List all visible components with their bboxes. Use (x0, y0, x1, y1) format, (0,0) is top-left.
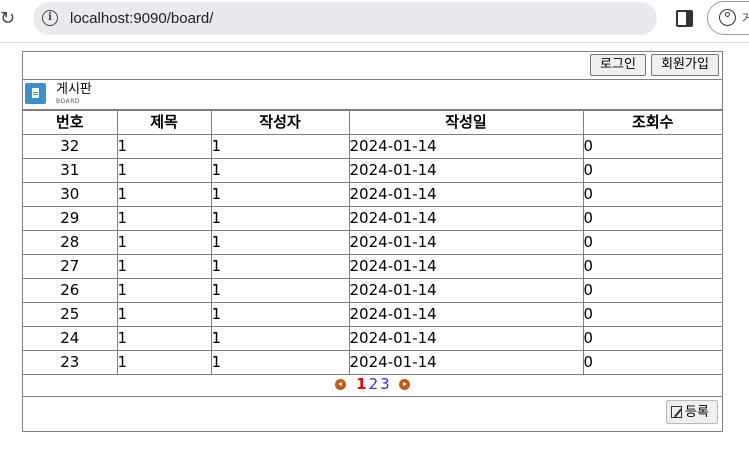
next-arrow-icon[interactable] (398, 379, 410, 390)
post-writer: 1 (210, 302, 350, 327)
post-date: 2024-01-14 (348, 158, 584, 183)
board-subtitle: BOARD (56, 98, 81, 105)
board-header: 게시판 BOARD (23, 80, 722, 110)
post-date: 2024-01-14 (348, 182, 584, 207)
table-row[interactable]: 30 1 1 2024-01-14 0 (23, 182, 722, 207)
post-writer: 1 (210, 206, 350, 231)
register-label: 등록 (685, 404, 709, 419)
post-table: 번호 제목 작성자 작성일 조회수 32 1 1 2024-01-14 0 31 1 1 202… (23, 110, 722, 375)
post-writer: 1 (210, 182, 350, 207)
post-views: 0 (582, 206, 722, 231)
auth-bar: 로그인 회원가입 (23, 52, 722, 80)
table-row[interactable]: 25 1 1 2024-01-14 0 (23, 302, 722, 327)
post-views: 0 (582, 134, 722, 159)
page-link-1[interactable]: 1 (356, 376, 366, 393)
page-link-2[interactable]: 2 (369, 376, 379, 393)
profile-icon (719, 9, 736, 26)
post-number: 30 (23, 182, 118, 207)
post-title-link[interactable]: 1 (116, 206, 212, 231)
table-row[interactable]: 27 1 1 2024-01-14 0 (23, 254, 722, 279)
post-number: 28 (23, 230, 118, 255)
signup-button[interactable]: 회원가입 (651, 54, 719, 76)
post-number: 32 (23, 134, 118, 159)
post-date: 2024-01-14 (348, 278, 584, 303)
prev-arrow-icon[interactable] (335, 379, 347, 390)
post-date: 2024-01-14 (348, 134, 584, 159)
board-container: 로그인 회원가입 게시판 BOARD 번호 제목 작성자 작성일 조회수 32 1… (22, 51, 723, 432)
post-date: 2024-01-14 (348, 302, 584, 327)
post-writer: 1 (210, 254, 350, 279)
post-views: 0 (582, 350, 722, 375)
post-number: 25 (23, 302, 118, 327)
post-views: 0 (582, 302, 722, 327)
post-views: 0 (582, 230, 722, 255)
post-views: 0 (582, 254, 722, 279)
url-text[interactable]: localhost:9090/board/ (70, 10, 213, 27)
post-writer: 1 (210, 278, 350, 303)
pagination: 123 (23, 373, 722, 397)
post-writer: 1 (210, 158, 350, 183)
post-number: 26 (23, 278, 118, 303)
post-title-link[interactable]: 1 (116, 302, 212, 327)
post-date: 2024-01-14 (348, 326, 584, 351)
info-icon[interactable]: i (42, 10, 58, 26)
post-number: 23 (23, 350, 118, 375)
profile-label: 게 (742, 12, 749, 27)
post-date: 2024-01-14 (348, 350, 584, 375)
side-panel-icon[interactable] (676, 10, 693, 27)
edit-icon (671, 406, 682, 418)
post-title-link[interactable]: 1 (116, 254, 212, 279)
register-button[interactable]: 등록 (666, 400, 718, 424)
table-row[interactable]: 23 1 1 2024-01-14 0 (23, 350, 722, 375)
post-date: 2024-01-14 (348, 206, 584, 231)
column-header-writer: 작성자 (210, 110, 350, 135)
board-title: 게시판 (56, 82, 92, 97)
post-title-link[interactable]: 1 (116, 182, 212, 207)
post-views: 0 (582, 158, 722, 183)
login-button[interactable]: 로그인 (590, 54, 646, 76)
column-header-number: 번호 (23, 110, 118, 135)
page-link-3[interactable]: 3 (380, 376, 390, 393)
column-header-views: 조회수 (582, 110, 722, 135)
table-row[interactable]: 32 1 1 2024-01-14 0 (23, 134, 722, 159)
post-title-link[interactable]: 1 (116, 230, 212, 255)
post-date: 2024-01-14 (348, 254, 584, 279)
post-views: 0 (582, 326, 722, 351)
table-row[interactable]: 29 1 1 2024-01-14 0 (23, 206, 722, 231)
post-date: 2024-01-14 (348, 230, 584, 255)
post-number: 29 (23, 206, 118, 231)
post-writer: 1 (210, 134, 350, 159)
column-header-date: 작성일 (348, 110, 584, 135)
address-bar[interactable]: i localhost:9090/board/ (33, 2, 657, 35)
document-icon (25, 83, 46, 104)
browser-toolbar: ↻ i localhost:9090/board/ 게 (0, 0, 749, 43)
post-writer: 1 (210, 230, 350, 255)
table-row[interactable]: 31 1 1 2024-01-14 0 (23, 158, 722, 183)
table-row[interactable]: 26 1 1 2024-01-14 0 (23, 278, 722, 303)
post-title-link[interactable]: 1 (116, 350, 212, 375)
post-writer: 1 (210, 326, 350, 351)
table-header-row: 번호 제목 작성자 작성일 조회수 (23, 110, 722, 135)
post-number: 27 (23, 254, 118, 279)
reload-icon[interactable]: ↻ (0, 8, 15, 30)
column-header-title: 제목 (116, 110, 212, 135)
table-row[interactable]: 24 1 1 2024-01-14 0 (23, 326, 722, 351)
post-title-link[interactable]: 1 (116, 134, 212, 159)
post-views: 0 (582, 278, 722, 303)
post-number: 31 (23, 158, 118, 183)
post-number: 24 (23, 326, 118, 351)
post-title-link[interactable]: 1 (116, 278, 212, 303)
post-writer: 1 (210, 350, 350, 375)
post-views: 0 (582, 182, 722, 207)
table-row[interactable]: 28 1 1 2024-01-14 0 (23, 230, 722, 255)
post-title-link[interactable]: 1 (116, 326, 212, 351)
profile-button[interactable]: 게 (707, 1, 749, 35)
post-title-link[interactable]: 1 (116, 158, 212, 183)
